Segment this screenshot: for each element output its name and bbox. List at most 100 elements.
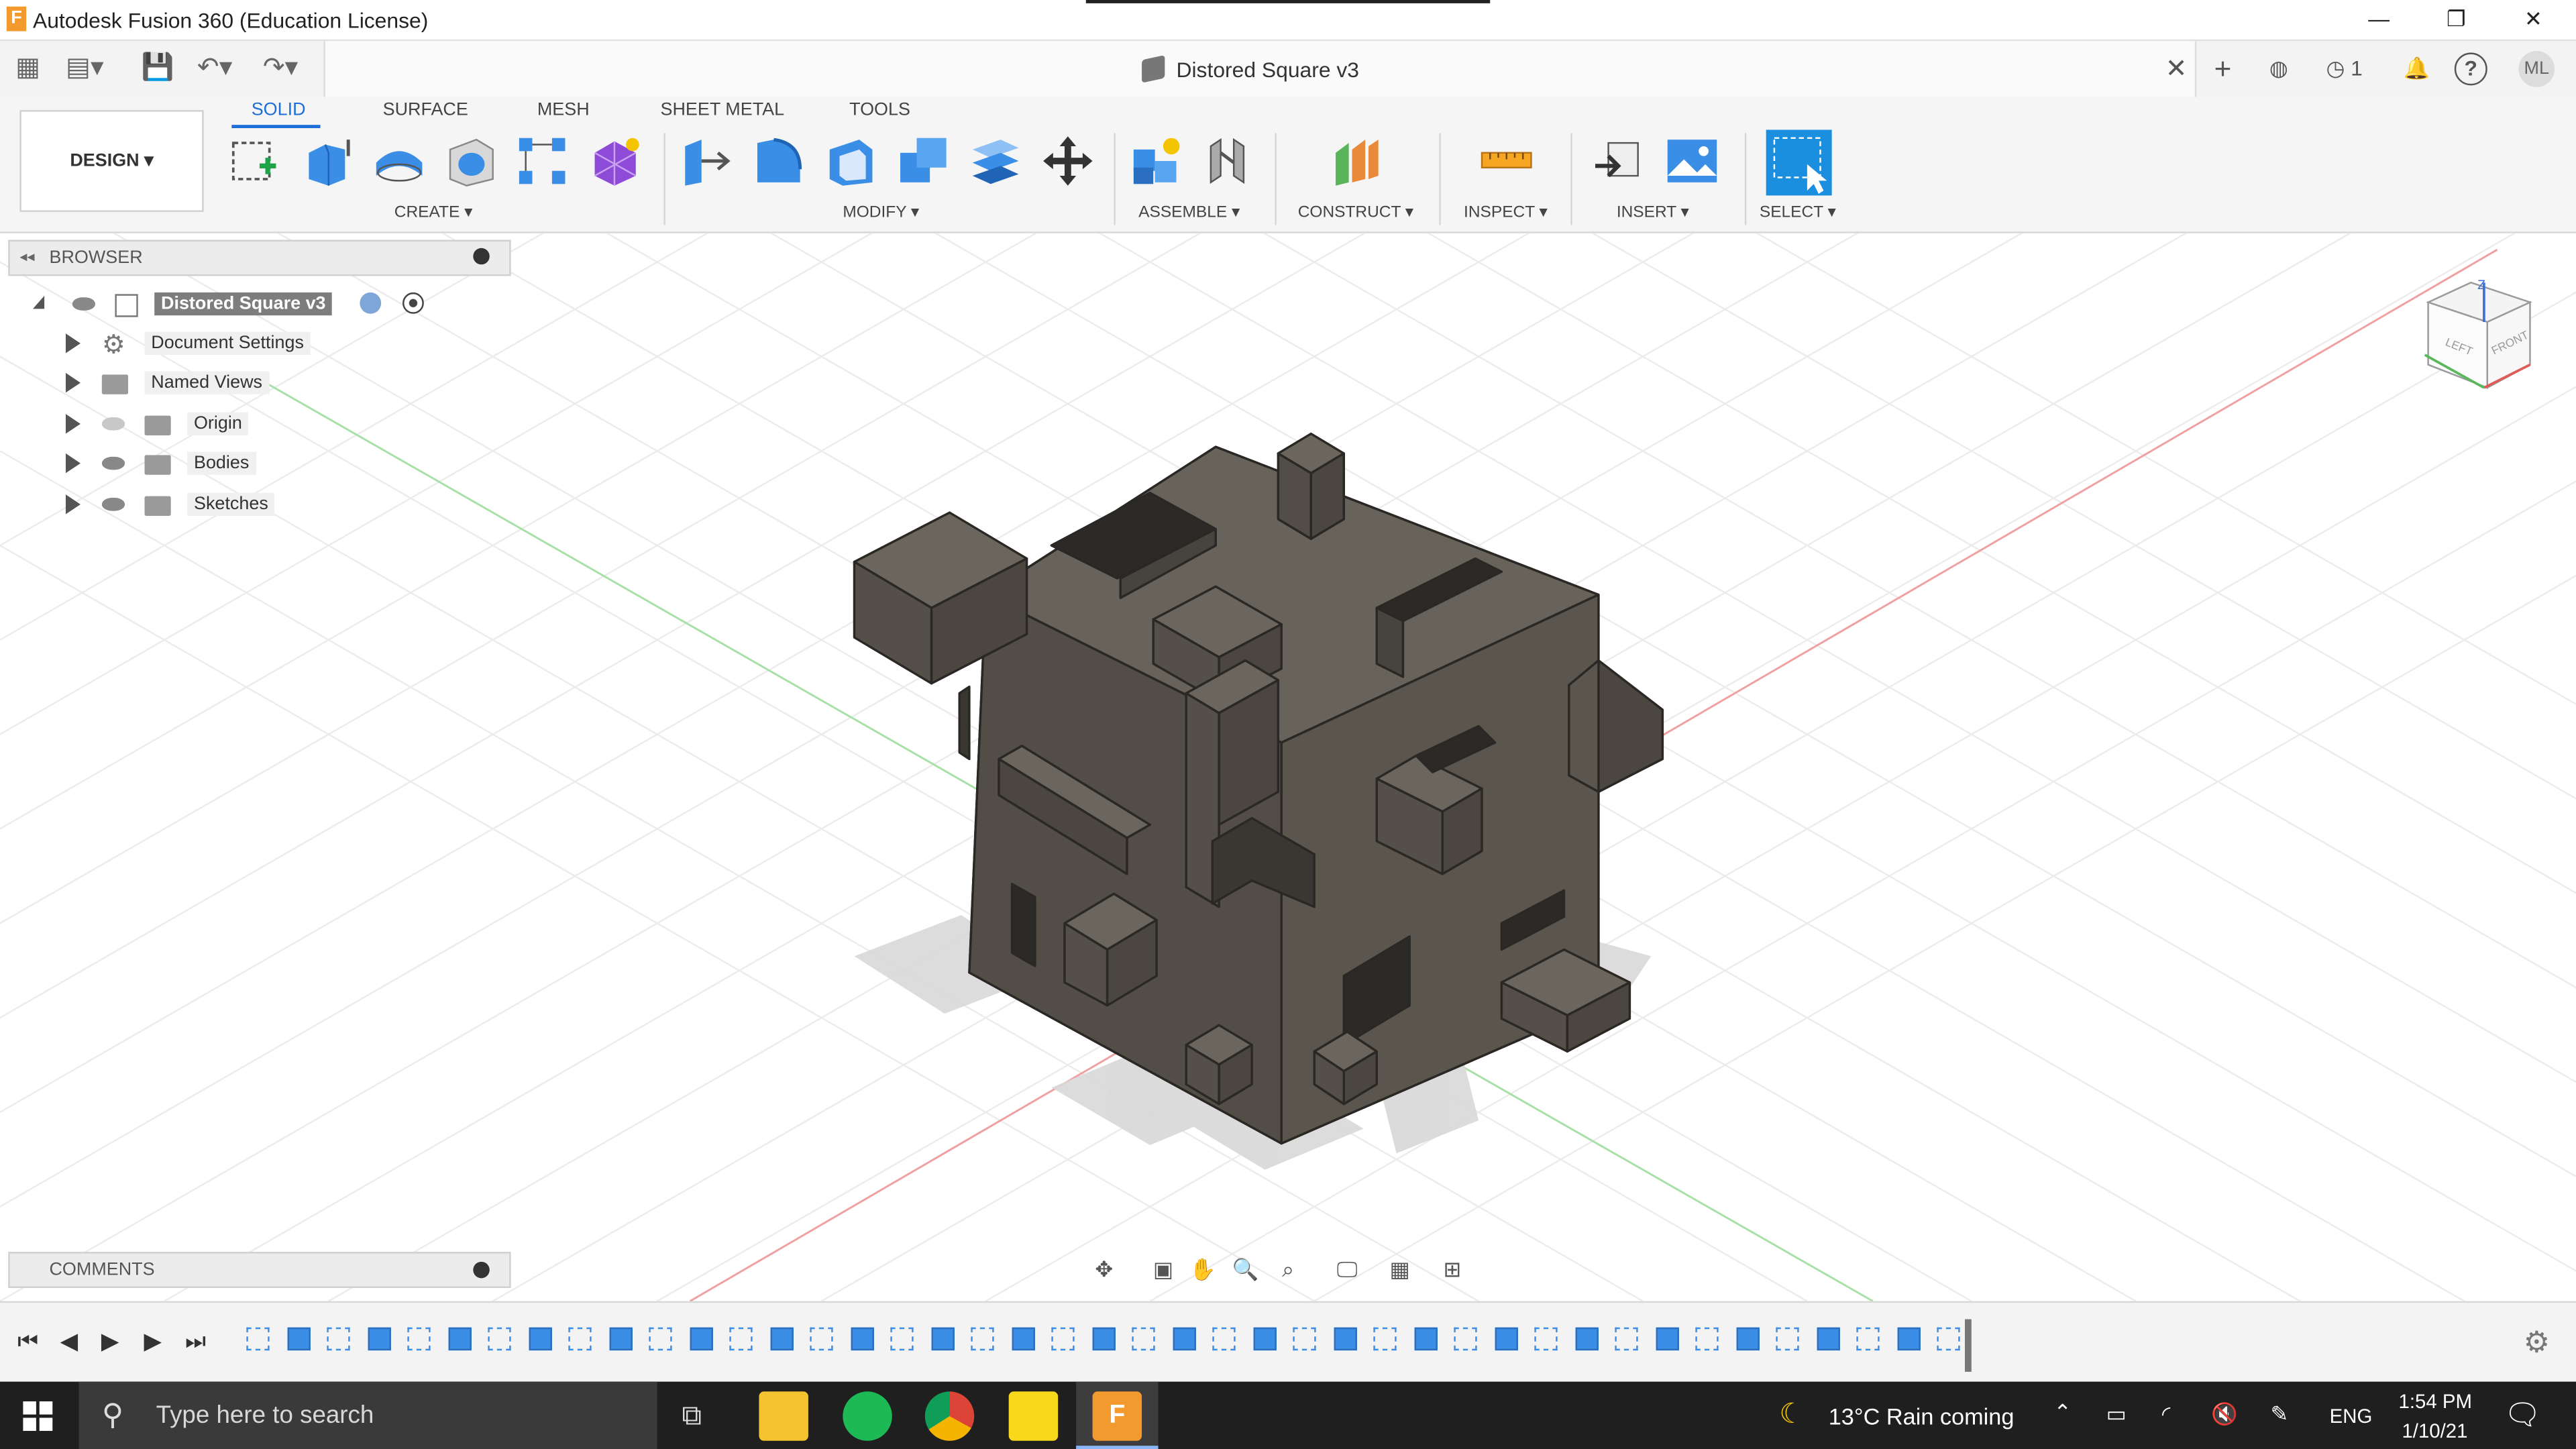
tab-mesh[interactable]: MESH <box>537 100 590 119</box>
minimize-button[interactable]: — <box>2341 0 2417 40</box>
timeline-sketch-icon[interactable] <box>1856 1327 1880 1351</box>
tree-root-row[interactable]: Distored Square v3 <box>0 286 509 322</box>
timeline-sketch-icon[interactable] <box>971 1327 994 1351</box>
tree-item-named-views[interactable]: Named Views <box>0 365 509 401</box>
data-panel-grid-icon[interactable]: ▦ <box>11 52 44 85</box>
file-explorer-icon[interactable] <box>759 1391 808 1441</box>
visibility-eye-icon[interactable] <box>101 498 125 511</box>
collapse-triangle-icon[interactable] <box>32 295 45 309</box>
tree-item-label[interactable]: Named Views <box>144 371 269 394</box>
timeline-sketch-icon[interactable] <box>1937 1327 1960 1351</box>
timeline-extrude-icon[interactable] <box>1494 1327 1517 1351</box>
timeline-extrude-icon[interactable] <box>1735 1327 1759 1351</box>
visibility-eye-icon[interactable] <box>72 297 96 311</box>
notification-center-icon[interactable]: 🗨 <box>2504 1398 2541 1432</box>
view-cube[interactable]: Z LEFT FRONT <box>2412 273 2550 405</box>
go-to-end-icon[interactable]: ⏭ <box>180 1326 210 1355</box>
pattern-icon[interactable] <box>515 133 570 189</box>
timeline-sketch-icon[interactable] <box>729 1327 753 1351</box>
tab-solid[interactable]: SOLID <box>252 100 306 119</box>
assemble-group-label[interactable]: ASSEMBLE ▾ <box>1138 204 1240 222</box>
fillet-icon[interactable] <box>751 133 806 189</box>
undo-icon[interactable]: ↶▾ <box>197 52 233 85</box>
display-settings-icon[interactable]: 🖵 <box>1334 1256 1360 1283</box>
timeline-extrude-icon[interactable] <box>1413 1327 1437 1351</box>
timeline-sketch-icon[interactable] <box>1534 1327 1558 1351</box>
joint-icon[interactable] <box>1201 133 1256 189</box>
timeline-sketch-icon[interactable] <box>1293 1327 1316 1351</box>
timeline-sketch-icon[interactable] <box>810 1327 833 1351</box>
timeline-extrude-icon[interactable] <box>1172 1327 1195 1351</box>
insert-group-label[interactable]: INSERT ▾ <box>1617 204 1689 222</box>
tree-item-label[interactable]: Document Settings <box>144 331 311 355</box>
timeline-extrude-icon[interactable] <box>608 1327 632 1351</box>
clock-time[interactable]: 1:54 PM <box>2399 1390 2472 1413</box>
zoom-icon[interactable]: 🔍 <box>1232 1256 1259 1283</box>
timeline-sketch-icon[interactable] <box>246 1327 270 1351</box>
language-indicator[interactable]: ENG <box>2330 1405 2373 1428</box>
select-window-icon[interactable] <box>1764 128 1833 197</box>
hole-icon[interactable] <box>443 133 499 189</box>
go-to-start-icon[interactable]: ⏮ <box>13 1326 43 1355</box>
notifications-bell-icon[interactable]: 🔔 <box>2399 51 2435 87</box>
timeline-sketch-icon[interactable] <box>568 1327 592 1351</box>
create-form-icon[interactable] <box>586 133 642 189</box>
close-document-icon[interactable]: ✕ <box>2165 52 2188 85</box>
grid-settings-icon[interactable]: ▦ <box>1387 1256 1413 1283</box>
volume-muted-icon[interactable]: 🔇 <box>2211 1401 2238 1428</box>
battery-icon[interactable]: ▭ <box>2106 1401 2127 1428</box>
close-window-button[interactable]: ✕ <box>2496 0 2571 40</box>
tree-item-origin[interactable]: Origin <box>0 406 509 442</box>
timeline-extrude-icon[interactable] <box>286 1327 310 1351</box>
step-forward-icon[interactable]: ▶ <box>138 1326 168 1355</box>
modify-group-label[interactable]: MODIFY ▾ <box>843 204 919 222</box>
show-hidden-icons-chevron-icon[interactable]: ⌃ <box>2053 1400 2072 1426</box>
timeline-sketch-icon[interactable] <box>407 1327 431 1351</box>
timeline-extrude-icon[interactable] <box>1011 1327 1034 1351</box>
pen-ink-icon[interactable]: ✎ <box>2271 1401 2289 1428</box>
timeline-extrude-icon[interactable] <box>769 1327 793 1351</box>
timeline-sketch-icon[interactable] <box>1212 1327 1236 1351</box>
hidden-eye-icon[interactable] <box>101 417 125 431</box>
viewports-icon[interactable]: ⊞ <box>1439 1256 1465 1283</box>
timeline-extrude-icon[interactable] <box>850 1327 873 1351</box>
activate-component-icon[interactable] <box>360 292 382 314</box>
collapse-browser-icon[interactable]: ◂◂ <box>19 248 34 266</box>
timeline-sketch-icon[interactable] <box>649 1327 672 1351</box>
expand-triangle-icon[interactable] <box>65 414 81 434</box>
expand-triangle-icon[interactable] <box>65 494 81 515</box>
document-tab[interactable]: Distored Square v3 <box>323 41 2197 97</box>
step-back-icon[interactable]: ◀ <box>54 1326 84 1355</box>
shell-icon[interactable] <box>823 133 879 189</box>
clock-date[interactable]: 1/10/21 <box>2402 1419 2467 1442</box>
tree-item-label[interactable]: Bodies <box>187 451 256 475</box>
restore-button[interactable]: ❐ <box>2418 0 2494 40</box>
tree-item-sketches[interactable]: Sketches <box>0 486 509 523</box>
tab-tools[interactable]: TOOLS <box>849 100 910 119</box>
timeline-extrude-icon[interactable] <box>1896 1327 1920 1351</box>
task-view-icon[interactable]: ⧉ <box>682 1400 702 1433</box>
visibility-eye-icon[interactable] <box>101 456 125 470</box>
press-pull-icon[interactable] <box>678 133 734 189</box>
timeline-sketch-icon[interactable] <box>1695 1327 1719 1351</box>
timeline-marker[interactable] <box>1965 1319 1972 1372</box>
timeline-sketch-icon[interactable] <box>890 1327 914 1351</box>
browser-options-icon[interactable] <box>473 248 490 265</box>
help-icon[interactable]: ? <box>2454 52 2487 86</box>
timeline-extrude-icon[interactable] <box>447 1327 471 1351</box>
timeline-sketch-icon[interactable] <box>1615 1327 1638 1351</box>
chrome-icon[interactable] <box>924 1391 975 1441</box>
select-group-label[interactable]: SELECT ▾ <box>1760 204 1836 222</box>
save-icon[interactable]: 💾 <box>142 52 174 85</box>
timeline-sketch-icon[interactable] <box>488 1327 511 1351</box>
file-menu-icon[interactable]: ▤▾ <box>66 52 104 85</box>
timeline-sketch-icon[interactable] <box>327 1327 350 1351</box>
expand-triangle-icon[interactable] <box>65 453 81 474</box>
move-copy-icon[interactable] <box>1040 133 1095 189</box>
construct-group-label[interactable]: CONSTRUCT ▾ <box>1298 204 1413 222</box>
measure-icon[interactable] <box>1479 133 1534 189</box>
user-avatar[interactable]: ML <box>2518 50 2555 87</box>
timeline-extrude-icon[interactable] <box>528 1327 551 1351</box>
fusion-360-taskbar-icon[interactable]: F <box>1092 1391 1142 1441</box>
timeline-extrude-icon[interactable] <box>689 1327 712 1351</box>
